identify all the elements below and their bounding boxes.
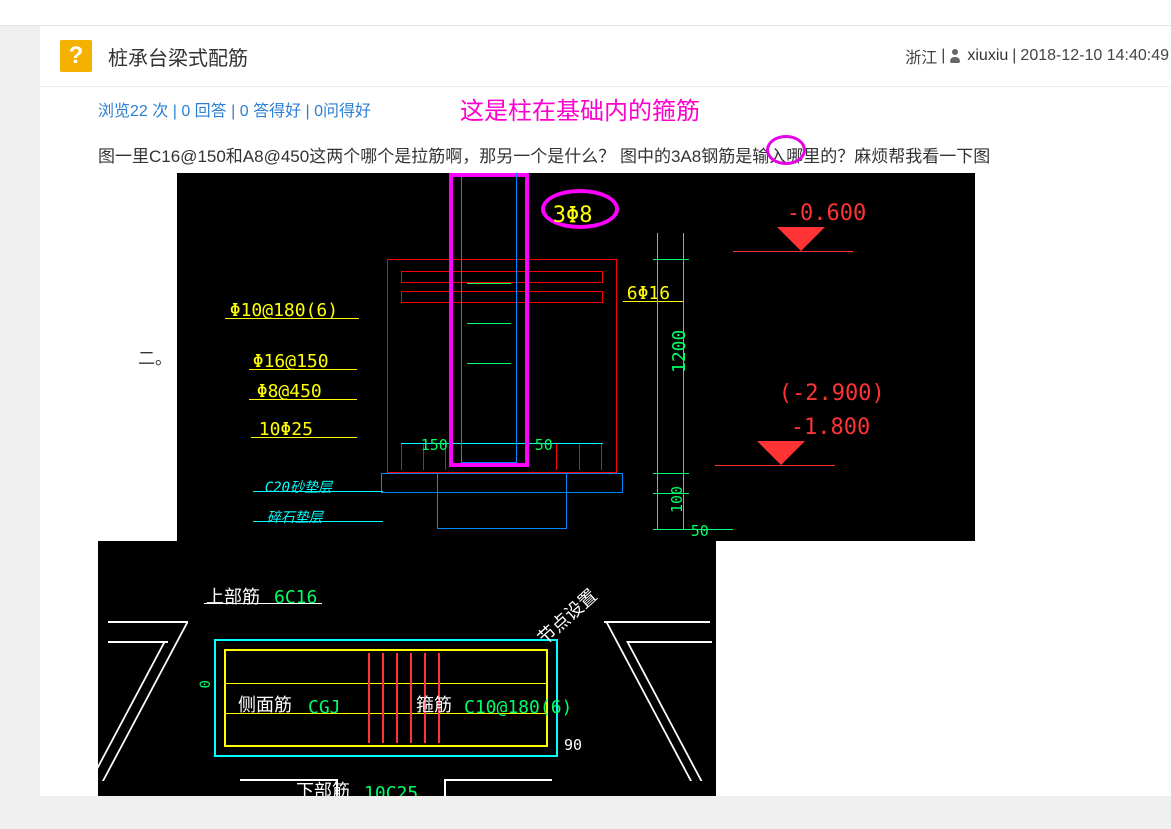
cad-figure-2: 上部筋 6C16 侧面筋 CGJ 箍筋 C10@180(6) 下部筋 10C25…	[98, 541, 716, 796]
question-header: ? 桩承台梁式配筋 浙江 | xiuxiu | 2018-12-10 14:40…	[40, 26, 1171, 87]
cad-figure-1: Φ10@180(6) Φ16@150 Φ8@450 10Φ25	[177, 173, 975, 541]
question-title: 桩承台梁式配筋	[108, 42, 248, 71]
cad2-label-bottom-val: 10C25	[364, 777, 418, 796]
question-line2: 二。	[138, 343, 172, 375]
question-text: 图一里C16@150和A8@450这两个哪个是拉筋啊，那另一个是什么？ 图中的3…	[98, 141, 1171, 796]
good-answers-link[interactable]: 0 答得好	[240, 103, 301, 120]
cad1-dim-50b: 50	[691, 517, 709, 541]
cad1-dim-50: 50	[535, 431, 553, 460]
cad1-label-3phi8: 3Φ8	[553, 195, 593, 237]
timestamp: 2018-12-10 14:40:49	[1020, 47, 1169, 65]
cad1-dim-100: 100	[663, 486, 692, 513]
cad2-label-side-val: CGJ	[308, 691, 341, 725]
cad1-label-phi8-450: Φ8@450	[257, 375, 322, 409]
cad2-label-side: 侧面筋	[238, 689, 292, 723]
cad1-label-phi10-180: Φ10@180(6)	[230, 294, 338, 328]
cad1-label-c20: C20砂垫层	[265, 475, 332, 502]
answers-link[interactable]: 0 回答	[181, 103, 226, 120]
cad2-label-top: 上部筋	[206, 581, 260, 615]
cad2-label-stirrup: 箍筋	[416, 689, 452, 723]
question-body: 这是柱在基础内的箍筋 浏览22 次 | 0 回答 | 0 答得好 | 0问得好 …	[40, 87, 1171, 796]
views-link[interactable]: 浏览22 次	[98, 103, 168, 120]
pink-annotation: 这是柱在基础内的箍筋	[460, 91, 700, 126]
cad1-dim-150a: 150	[421, 431, 448, 460]
question-meta: 浙江 | xiuxiu | 2018-12-10 14:40:49	[905, 44, 1169, 68]
cad2-label-top-val: 6C16	[274, 581, 317, 615]
good-questions-link[interactable]: 0问得好	[314, 103, 371, 120]
cad2-label-zero: 0	[193, 680, 220, 688]
province-label: 浙江	[905, 44, 937, 68]
cad1-label-stone: 碎石垫层	[267, 505, 323, 532]
cad1-label-6phi16: 6Φ16	[627, 277, 670, 311]
cad2-label-angle: 90	[564, 731, 582, 760]
author-link[interactable]: xiuxiu	[967, 47, 1008, 65]
cad2-label-stirrup-val: C10@180(6)	[464, 691, 572, 725]
cad2-label-bottom: 下部筋	[296, 775, 350, 796]
question-card: ? 桩承台梁式配筋 浙江 | xiuxiu | 2018-12-10 14:40…	[40, 26, 1171, 796]
cad1-label-10phi25: 10Φ25	[259, 413, 313, 447]
cad1-dim-1200: 1200	[663, 330, 697, 373]
question-mark-icon: ?	[60, 40, 92, 72]
question-line1: 图一里C16@150和A8@450这两个哪个是拉筋啊，那另一个是什么？ 图中的3…	[98, 147, 990, 166]
top-bar	[0, 0, 1171, 26]
user-icon	[949, 49, 961, 63]
